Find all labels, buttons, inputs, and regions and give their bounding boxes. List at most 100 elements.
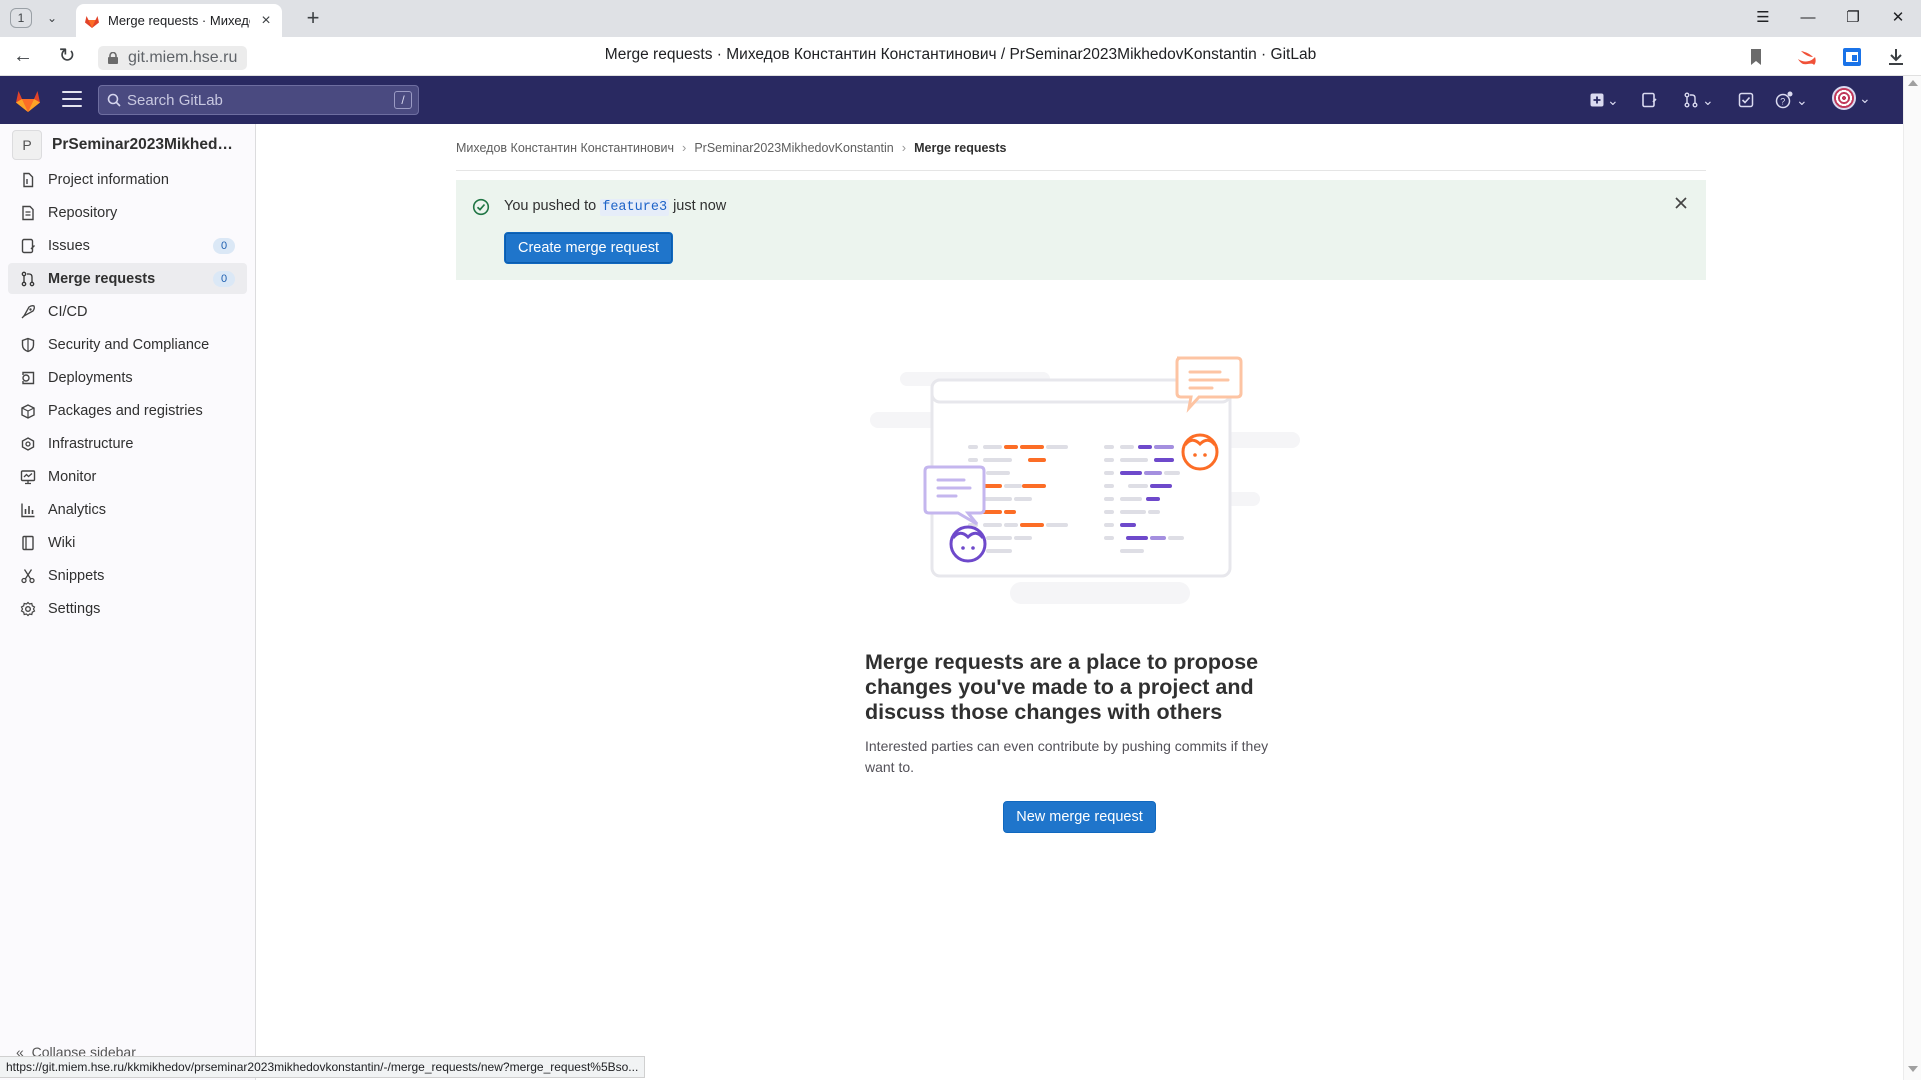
breadcrumb-project[interactable]: PrSeminar2023MikhedovKonstantin xyxy=(694,141,893,155)
browser-menu-icon[interactable]: ☰ xyxy=(1745,6,1781,30)
create-merge-request-button[interactable]: Create merge request xyxy=(504,232,673,264)
sidebar-item-ci-cd[interactable]: CI/CD xyxy=(8,296,247,327)
chevron-right-icon: › xyxy=(901,140,907,155)
check-circle-icon xyxy=(472,198,490,216)
link-status-bar: https://git.miem.hse.ru/kkmikhedov/prsem… xyxy=(0,1056,645,1078)
push-alert: You pushed to feature3 just now Create m… xyxy=(456,180,1706,280)
monitor-icon xyxy=(20,469,36,484)
sidebar-item-label: Monitor xyxy=(48,468,97,485)
merge-request-icon xyxy=(21,271,35,286)
sidebar-item-label: Merge requests xyxy=(48,270,156,287)
tab-dropdown-icon[interactable]: ⌄ xyxy=(40,8,64,28)
sidebar-nav: Project information Repository Issues 0 … xyxy=(8,164,247,626)
url-field[interactable]: git.miem.hse.ru xyxy=(98,46,248,70)
sidebar-item-label: Security and Compliance xyxy=(48,336,210,353)
search-box[interactable]: / xyxy=(98,85,419,115)
todo-icon[interactable] xyxy=(1738,90,1754,110)
doc-icon xyxy=(22,205,34,220)
issues-nav-icon[interactable] xyxy=(1641,90,1657,110)
scroll-up-icon[interactable] xyxy=(1908,80,1918,86)
sidebar-item-label: Packages and registries xyxy=(48,402,203,419)
chevron-right-icon: › xyxy=(681,140,687,155)
tab-counter[interactable]: 1 xyxy=(10,8,32,28)
issues-count-badge: 0 xyxy=(213,238,235,254)
back-icon[interactable]: ← xyxy=(10,45,36,69)
main-menu-icon[interactable] xyxy=(62,91,82,109)
close-icon[interactable] xyxy=(1672,194,1690,212)
empty-state-description: Interested parties can even contribute b… xyxy=(865,738,1269,775)
sidebar-item-issues[interactable]: Issues 0 xyxy=(8,230,247,261)
sidebar-item-repository[interactable]: Repository xyxy=(8,197,247,228)
scroll-down-icon[interactable] xyxy=(1908,1066,1918,1072)
sidebar-item-snippets[interactable]: Snippets xyxy=(8,560,247,591)
download-icon[interactable] xyxy=(1884,45,1908,69)
tab-title: Merge requests · Михедов Константин Конс… xyxy=(108,13,250,28)
gear-icon xyxy=(20,601,36,616)
page-scrollbar[interactable] xyxy=(1903,76,1921,1080)
rocket-icon xyxy=(21,304,35,318)
reload-icon[interactable]: ↻ xyxy=(54,45,80,69)
browser-tab[interactable]: Merge requests · Михедов Константин Конс… xyxy=(76,4,282,37)
book-icon xyxy=(22,535,34,550)
breadcrumb-user[interactable]: Михедов Константин Константинович xyxy=(456,141,674,155)
user-menu[interactable]: ⌄ xyxy=(1832,86,1871,110)
project-name: PrSeminar2023MikhedovKonstantin xyxy=(52,136,242,153)
sidebar-item-settings[interactable]: Settings xyxy=(8,593,247,624)
avatar xyxy=(1832,86,1856,110)
translate-extension-icon[interactable] xyxy=(1840,45,1864,69)
breadcrumb-current[interactable]: Merge requests xyxy=(914,141,1006,155)
swift-extension-icon[interactable] xyxy=(1795,45,1819,69)
sidebar-item-deployments[interactable]: Deployments xyxy=(8,362,247,393)
sidebar-item-merge-requests[interactable]: Merge requests 0 xyxy=(8,263,247,294)
merge-requests-nav-icon[interactable]: ⌄ xyxy=(1683,90,1714,110)
gitlab-favicon-icon xyxy=(85,15,99,28)
browser-tab-strip: 1 ⌄ Merge requests · Михедов Константин … xyxy=(0,0,1921,37)
sidebar-item-analytics[interactable]: Analytics xyxy=(8,494,247,525)
sidebar-item-project-information[interactable]: Project information xyxy=(8,164,247,195)
help-menu[interactable]: ? ⌄ xyxy=(1775,90,1808,110)
new-merge-request-button[interactable]: New merge request xyxy=(1003,801,1156,833)
sidebar-item-monitor[interactable]: Monitor xyxy=(8,461,247,492)
merge-requests-empty-illustration xyxy=(870,356,1300,604)
address-bar: ← ↻ git.miem.hse.ru Merge requests · Мих… xyxy=(0,37,1921,76)
gitlab-top-bar: / ⌄ ⌄ ? ⌄ ⌄ xyxy=(0,76,1903,124)
new-tab-button[interactable]: + xyxy=(300,6,326,32)
branch-name[interactable]: feature3 xyxy=(600,199,670,216)
create-new-menu[interactable]: ⌄ xyxy=(1590,90,1619,110)
gitlab-logo-icon[interactable] xyxy=(14,86,42,114)
sidebar-item-label: Repository xyxy=(48,204,118,221)
issues-icon xyxy=(21,238,35,253)
alert-prefix: You pushed to xyxy=(504,198,597,214)
sidebar-item-infrastructure[interactable]: Infrastructure xyxy=(8,428,247,459)
merge-requests-count-badge: 0 xyxy=(213,271,235,287)
sidebar-item-wiki[interactable]: Wiki xyxy=(8,527,247,558)
restore-icon[interactable]: ❐ xyxy=(1835,6,1871,30)
minimize-icon[interactable]: — xyxy=(1790,6,1826,30)
lock-icon xyxy=(108,52,118,64)
search-input[interactable] xyxy=(127,86,377,114)
tab-close-icon[interactable]: × xyxy=(258,12,274,30)
help-icon: ? xyxy=(1775,91,1793,109)
breadcrumb-divider xyxy=(456,170,1706,171)
shield-icon xyxy=(21,337,35,352)
sidebar-project-link[interactable]: P PrSeminar2023MikhedovKonstantin xyxy=(12,130,242,160)
search-icon xyxy=(107,93,121,107)
sidebar-item-label: Wiki xyxy=(48,534,76,551)
chevron-down-icon: ⌄ xyxy=(1859,89,1871,106)
package-icon xyxy=(21,403,35,419)
alert-suffix: just now xyxy=(673,198,727,214)
sidebar-item-label: Analytics xyxy=(48,501,107,518)
sidebar-item-packages-and-registries[interactable]: Packages and registries xyxy=(8,395,247,426)
chart-icon xyxy=(21,503,35,517)
breadcrumb: Михедов Константин Константинович › PrSe… xyxy=(456,140,1007,155)
sidebar-item-security-and-compliance[interactable]: Security and Compliance xyxy=(8,329,247,360)
project-avatar: P xyxy=(12,130,42,160)
search-shortcut-key: / xyxy=(394,91,412,109)
sidebar-item-label: Project information xyxy=(48,171,169,188)
sidebar-item-label: Snippets xyxy=(48,567,105,584)
chevron-down-icon: ⌄ xyxy=(1607,91,1619,108)
window-close-icon[interactable]: ✕ xyxy=(1880,6,1916,30)
bookmark-icon[interactable] xyxy=(1744,45,1768,69)
scissors-icon xyxy=(21,568,35,583)
sidebar-item-label: Settings xyxy=(48,600,101,617)
